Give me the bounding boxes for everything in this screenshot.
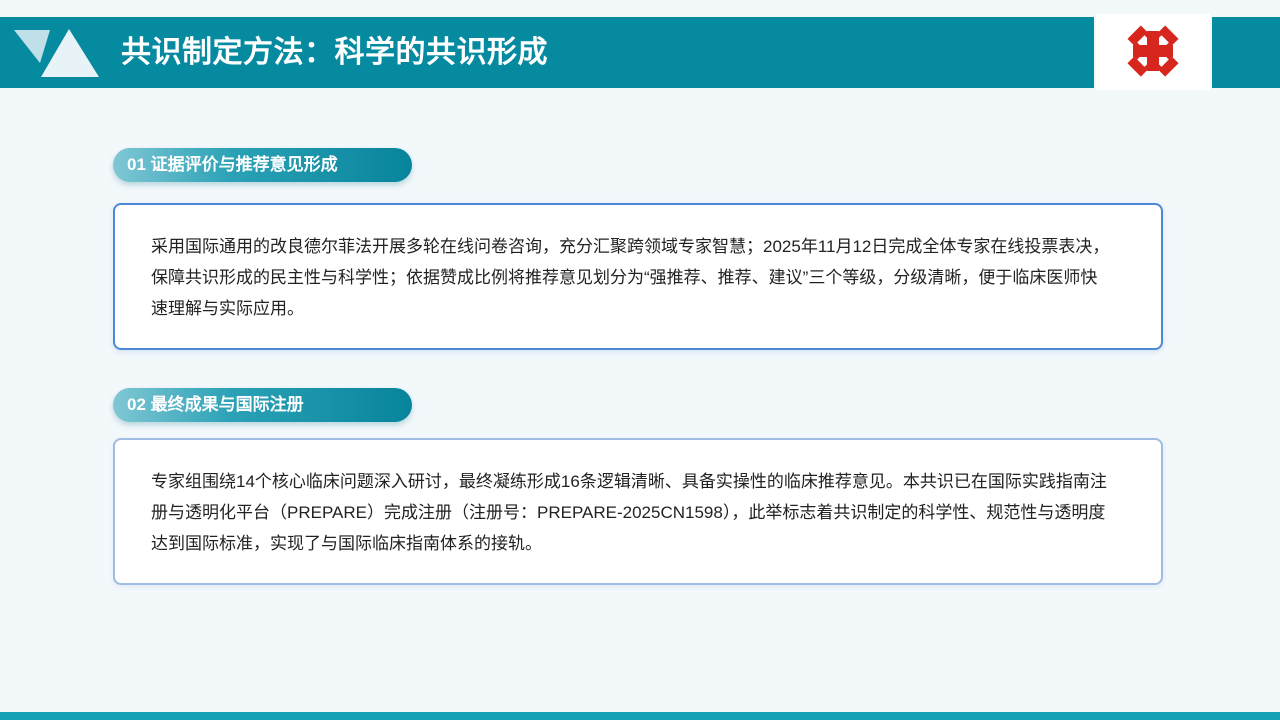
bottom-bar <box>0 712 1280 720</box>
section-2-card: 专家组围绕14个核心临床问题深入研讨，最终凝练形成16条逻辑清晰、具备实操性的临… <box>113 438 1163 585</box>
section-1-card: 采用国际通用的改良德尔菲法开展多轮在线问卷咨询，充分汇聚跨领域专家智慧；2025… <box>113 203 1163 350</box>
section-1-text: 采用国际通用的改良德尔菲法开展多轮在线问卷咨询，充分汇聚跨领域专家智慧；2025… <box>151 237 1110 318</box>
page-title: 共识制定方法：科学的共识形成 <box>121 36 548 69</box>
header-right-strip <box>1212 17 1280 88</box>
section-1-label: 01 证据评价与推荐意见形成 <box>127 155 338 174</box>
section-2-text: 专家组围绕14个核心临床问题深入研讨，最终凝练形成16条逻辑清晰、具备实操性的临… <box>151 472 1107 553</box>
section-2-label: 02 最终成果与国际注册 <box>127 395 304 414</box>
triangle-decoration-icon <box>14 29 99 77</box>
logo-area <box>1096 14 1210 90</box>
section-2-label-pill: 02 最终成果与国际注册 <box>113 388 412 422</box>
red-cross-emblem-icon <box>1127 25 1179 77</box>
section-1-label-pill: 01 证据评价与推荐意见形成 <box>113 148 412 182</box>
